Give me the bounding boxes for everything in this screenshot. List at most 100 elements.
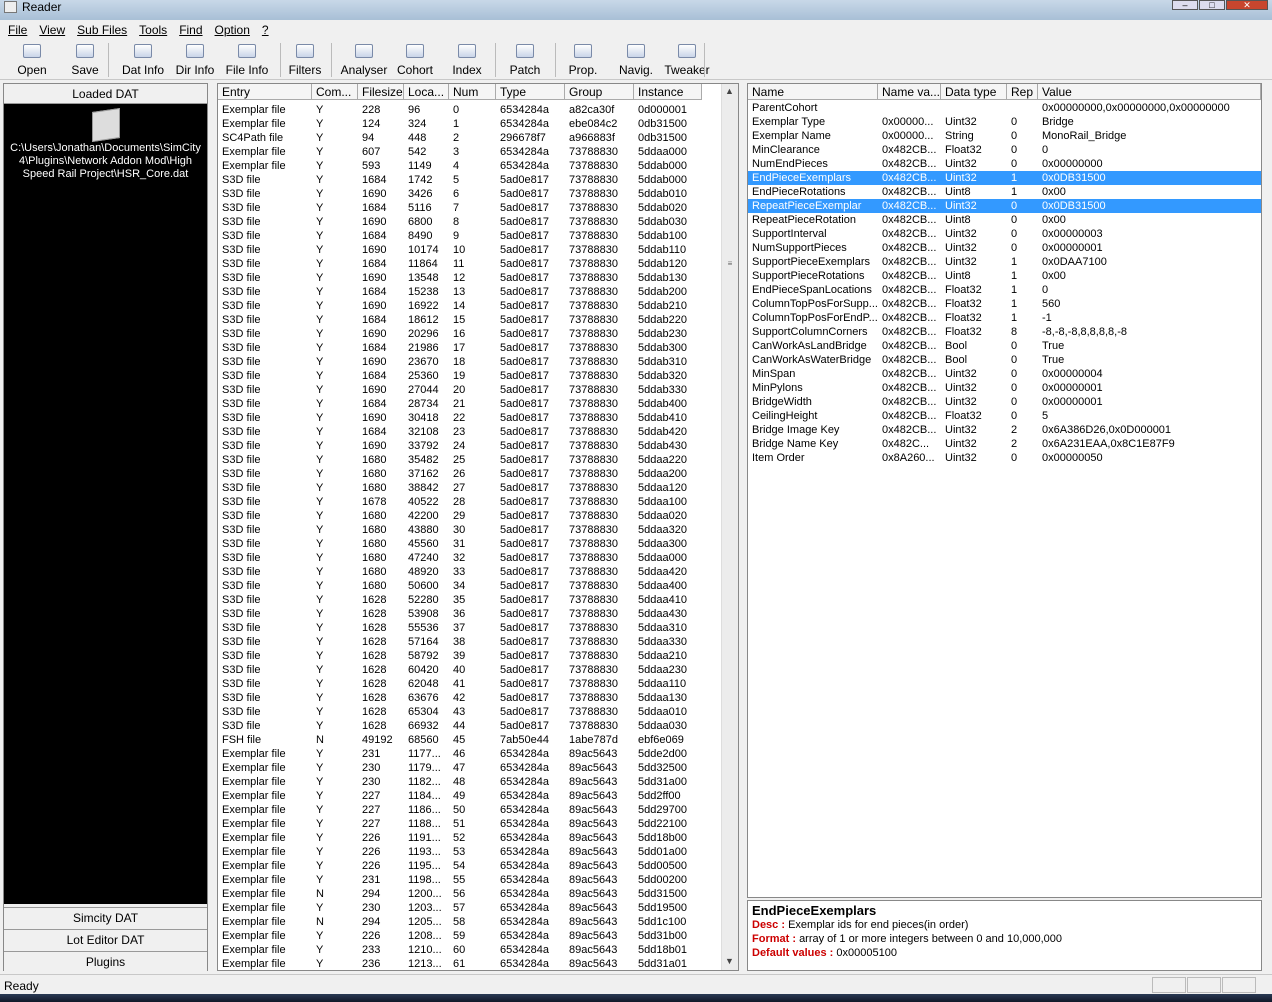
- column-header[interactable]: Name: [748, 84, 878, 100]
- property-row[interactable]: MinPylons 0x482CB... Uint32 0 0x00000001: [748, 381, 1261, 395]
- table-row[interactable]: S3D file Y 1680 42200 29 5ad0e817 73788830 5dda…: [218, 509, 721, 523]
- table-row[interactable]: S3D file Y 1684 1742 5 5ad0e817 73788830 5ddab0…: [218, 173, 721, 187]
- menu-item-help[interactable]: ?: [256, 23, 275, 37]
- property-row[interactable]: RepeatPieceRotation 0x482CB... Uint8 0 0x00: [748, 213, 1261, 227]
- table-row[interactable]: S3D file Y 1690 30418 22 5ad0e817 73788830 5dda…: [218, 411, 721, 425]
- table-row[interactable]: Exemplar file Y 226 1193... 53 6534284a 89ac56…: [218, 845, 721, 859]
- column-header[interactable]: Com...: [312, 84, 358, 100]
- table-row[interactable]: S3D file Y 1690 23670 18 5ad0e817 73788830 5dda…: [218, 355, 721, 369]
- table-row[interactable]: S3D file Y 1690 16922 14 5ad0e817 73788830 5dda…: [218, 299, 721, 313]
- property-row[interactable]: ParentCohort 0x00000000,0x00000000,0x0000…: [748, 101, 1261, 115]
- property-row[interactable]: BridgeWidth 0x482CB... Uint32 0 0x00000001: [748, 395, 1261, 409]
- lot-editor-dat-button[interactable]: Lot Editor DAT: [4, 929, 207, 950]
- loaded-dat-header[interactable]: Loaded DAT: [4, 84, 207, 104]
- scroll-up-icon[interactable]: ▲: [725, 86, 734, 96]
- table-row[interactable]: Exemplar file Y 230 1182... 48 6534284a 89ac56…: [218, 775, 721, 789]
- table-row[interactable]: Exemplar file Y 227 1188... 51 6534284a 89ac56…: [218, 817, 721, 831]
- table-row[interactable]: Exemplar file Y 231 1198... 55 6534284a 89ac56…: [218, 873, 721, 887]
- property-row[interactable]: EndPieceExemplars 0x482CB... Uint32 1 0x0DB3…: [748, 171, 1261, 185]
- filters-button[interactable]: Filters: [284, 42, 326, 78]
- menu-item-file[interactable]: File: [2, 23, 33, 37]
- column-header[interactable]: Filesize: [358, 84, 404, 100]
- property-row[interactable]: NumSupportPieces 0x482CB... Uint32 0 0x00000…: [748, 241, 1261, 255]
- prop-button[interactable]: Prop.: [565, 42, 601, 78]
- table-row[interactable]: S3D file Y 1628 62048 41 5ad0e817 73788830 5dda…: [218, 677, 721, 691]
- table-row[interactable]: S3D file Y 1680 45560 31 5ad0e817 73788830 5dda…: [218, 537, 721, 551]
- table-row[interactable]: S3D file Y 1684 11864 11 5ad0e817 73788830 5dda…: [218, 257, 721, 271]
- property-row[interactable]: CeilingHeight 0x482CB... Float32 0 5: [748, 409, 1261, 423]
- property-row[interactable]: NumEndPieces 0x482CB... Uint32 0 0x00000000: [748, 157, 1261, 171]
- cohort-button[interactable]: Cohort: [392, 42, 438, 78]
- simcity-dat-button[interactable]: Simcity DAT: [4, 907, 207, 928]
- table-row[interactable]: S3D file Y 1684 21986 17 5ad0e817 73788830 5dda…: [218, 341, 721, 355]
- table-row[interactable]: Exemplar file Y 226 1191... 52 6534284a 89ac56…: [218, 831, 721, 845]
- table-row[interactable]: S3D file Y 1684 5116 7 5ad0e817 73788830 5ddab0…: [218, 201, 721, 215]
- property-row[interactable]: SupportInterval 0x482CB... Uint32 0 0x000000…: [748, 227, 1261, 241]
- table-row[interactable]: Exemplar file Y 226 1208... 59 6534284a 89ac56…: [218, 929, 721, 943]
- table-row[interactable]: Exemplar file Y 124 324 1 6534284a ebe084c2 0db…: [218, 117, 721, 131]
- property-row[interactable]: CanWorkAsWaterBridge 0x482CB... Bool 0 True: [748, 353, 1261, 367]
- table-row[interactable]: Exemplar file N 294 1200... 56 6534284a 89ac56…: [218, 887, 721, 901]
- table-row[interactable]: S3D file Y 1680 47240 32 5ad0e817 73788830 5dda…: [218, 551, 721, 565]
- table-row[interactable]: S3D file Y 1690 20296 16 5ad0e817 73788830 5dda…: [218, 327, 721, 341]
- analyser-button[interactable]: Analyser: [335, 42, 393, 78]
- property-row[interactable]: EndPieceSpanLocations 0x482CB... Float32 1 0: [748, 283, 1261, 297]
- table-row[interactable]: S3D file Y 1628 65304 43 5ad0e817 73788830 5dda…: [218, 705, 721, 719]
- table-row[interactable]: S3D file Y 1680 50600 34 5ad0e817 73788830 5dda…: [218, 579, 721, 593]
- table-row[interactable]: S3D file Y 1628 58792 39 5ad0e817 73788830 5dda…: [218, 649, 721, 663]
- table-row[interactable]: S3D file Y 1628 55536 37 5ad0e817 73788830 5dda…: [218, 621, 721, 635]
- column-header[interactable]: Entry: [218, 84, 312, 100]
- table-row[interactable]: Exemplar file Y 230 1203... 57 6534284a 89ac56…: [218, 901, 721, 915]
- table-row[interactable]: S3D file Y 1684 28734 21 5ad0e817 73788830 5dda…: [218, 397, 721, 411]
- table-row[interactable]: S3D file Y 1684 32108 23 5ad0e817 73788830 5dda…: [218, 425, 721, 439]
- table-row[interactable]: S3D file Y 1684 15238 13 5ad0e817 73788830 5dda…: [218, 285, 721, 299]
- table-row[interactable]: S3D file Y 1684 25360 19 5ad0e817 73788830 5dda…: [218, 369, 721, 383]
- property-row[interactable]: CanWorkAsLandBridge 0x482CB... Bool 0 True: [748, 339, 1261, 353]
- table-row[interactable]: S3D file Y 1680 38842 27 5ad0e817 73788830 5dda…: [218, 481, 721, 495]
- property-row[interactable]: SupportColumnCorners 0x482CB... Float32 8 -8…: [748, 325, 1261, 339]
- table-row[interactable]: FSH file N 49192 68560 45 7ab50e44 1abe787d ebf…: [218, 733, 721, 747]
- dir-info-button[interactable]: Dir Info: [172, 42, 218, 78]
- column-header[interactable]: Group: [565, 84, 634, 100]
- table-row[interactable]: S3D file Y 1680 35482 25 5ad0e817 73788830 5dda…: [218, 453, 721, 467]
- property-row[interactable]: SupportPieceRotations 0x482CB... Uint8 1 0x0…: [748, 269, 1261, 283]
- table-row[interactable]: S3D file Y 1690 13548 12 5ad0e817 73788830 5dda…: [218, 271, 721, 285]
- column-header[interactable]: Name va...: [878, 84, 941, 100]
- table-row[interactable]: Exemplar file N 294 1205... 58 6534284a 89ac56…: [218, 915, 721, 929]
- property-row[interactable]: Item Order 0x8A260... Uint32 0 0x00000050: [748, 451, 1261, 465]
- property-row[interactable]: ColumnTopPosForEndP... 0x482CB... Float32 1…: [748, 311, 1261, 325]
- property-row[interactable]: Exemplar Name 0x00000... String 0 MonoRail_B…: [748, 129, 1261, 143]
- table-row[interactable]: Exemplar file Y 227 1184... 49 6534284a 89ac56…: [218, 789, 721, 803]
- menu-item-option[interactable]: Option: [209, 23, 256, 37]
- column-header[interactable]: Instance: [634, 84, 702, 100]
- table-row[interactable]: Exemplar file Y 607 542 3 6534284a 73788830 5dd…: [218, 145, 721, 159]
- menu-item-tools[interactable]: Tools: [133, 23, 173, 37]
- scroll-thumb[interactable]: ≡: [723, 259, 737, 275]
- minimize-button[interactable]: –: [1172, 0, 1198, 10]
- table-row[interactable]: Exemplar file Y 226 1195... 54 6534284a 89ac56…: [218, 859, 721, 873]
- patch-button[interactable]: Patch: [505, 42, 545, 78]
- table-row[interactable]: S3D file Y 1628 66932 44 5ad0e817 73788830 5dda…: [218, 719, 721, 733]
- property-row[interactable]: SupportPieceExemplars 0x482CB... Uint32 1 0x…: [748, 255, 1261, 269]
- column-header[interactable]: Data type: [941, 84, 1007, 100]
- table-row[interactable]: Exemplar file Y 228 96 0 6534284a a82ca30f 0d00…: [218, 103, 721, 117]
- vertical-scrollbar[interactable]: ▲ ≡ ▼: [721, 84, 738, 970]
- property-row[interactable]: Exemplar Type 0x00000... Uint32 0 Bridge: [748, 115, 1261, 129]
- property-row[interactable]: RepeatPieceExemplar 0x482CB... Uint32 0 0x0D…: [748, 199, 1261, 213]
- table-row[interactable]: S3D file Y 1628 63676 42 5ad0e817 73788830 5dda…: [218, 691, 721, 705]
- table-row[interactable]: S3D file Y 1680 43880 30 5ad0e817 73788830 5dda…: [218, 523, 721, 537]
- dat-info-button[interactable]: Dat Info: [117, 42, 169, 78]
- scroll-down-icon[interactable]: ▼: [725, 956, 734, 966]
- table-row[interactable]: S3D file Y 1628 60420 40 5ad0e817 73788830 5dda…: [218, 663, 721, 677]
- property-row[interactable]: ColumnTopPosForSupp... 0x482CB... Float32 1…: [748, 297, 1261, 311]
- menu-item-subfiles[interactable]: Sub Files: [71, 23, 133, 37]
- table-row[interactable]: S3D file Y 1684 18612 15 5ad0e817 73788830 5dda…: [218, 313, 721, 327]
- table-row[interactable]: Exemplar file Y 236 1213... 61 6534284a 89ac56…: [218, 957, 721, 970]
- index-button[interactable]: Index: [448, 42, 486, 78]
- table-row[interactable]: S3D file Y 1628 53908 36 5ad0e817 73788830 5dda…: [218, 607, 721, 621]
- property-row[interactable]: MinSpan 0x482CB... Uint32 0 0x00000004: [748, 367, 1261, 381]
- property-row[interactable]: MinClearance 0x482CB... Float32 0 0: [748, 143, 1261, 157]
- column-header[interactable]: Value: [1038, 84, 1261, 100]
- column-header[interactable]: Num: [449, 84, 496, 100]
- dat-file-icon[interactable]: [91, 108, 120, 142]
